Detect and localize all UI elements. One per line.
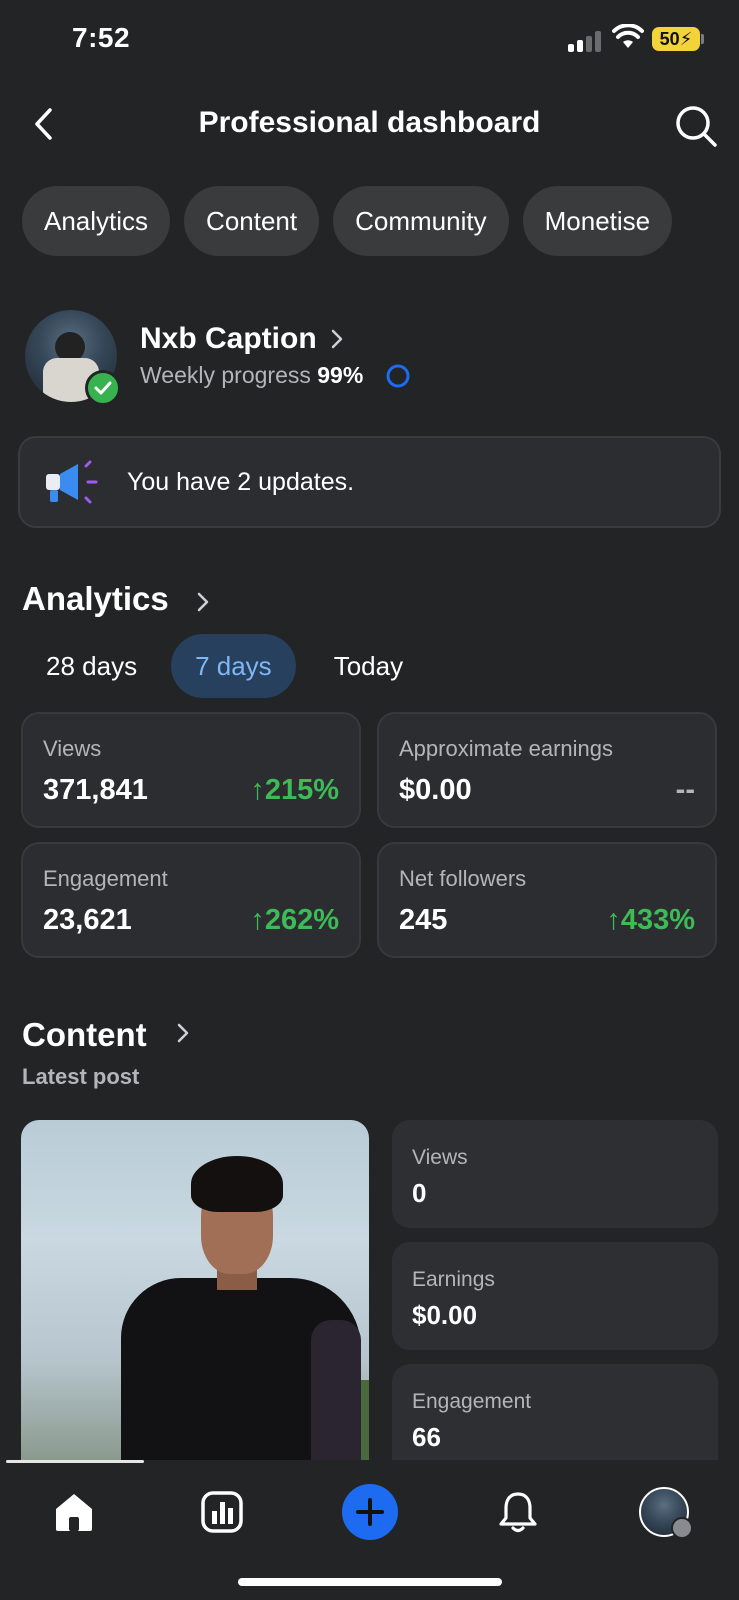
- updates-banner[interactable]: You have 2 updates.: [18, 436, 721, 528]
- battery-nub: [701, 34, 704, 44]
- profile-avatar[interactable]: [25, 310, 121, 406]
- stat-label: Views: [412, 1146, 468, 1169]
- bottom-nav: [0, 1460, 739, 1600]
- weekly-progress: Weekly progress 99%: [140, 362, 363, 389]
- card-label: Views: [43, 736, 102, 761]
- battery-level: 50: [659, 28, 680, 49]
- search-icon[interactable]: [674, 104, 718, 148]
- megaphone-icon: [46, 460, 98, 504]
- stat-value: 66: [412, 1422, 441, 1452]
- stat-value: $0.00: [412, 1300, 478, 1330]
- header: Professional dashboard: [0, 90, 739, 160]
- tab-content[interactable]: Content: [184, 186, 320, 256]
- card-value: 371,841: [43, 774, 148, 806]
- tab-community[interactable]: Community: [333, 186, 509, 256]
- engagement-card[interactable]: Engagement 23,621 ↑262%: [21, 842, 361, 958]
- check-icon: [85, 370, 121, 406]
- tab-monetise[interactable]: Monetise: [522, 186, 673, 256]
- card-value: $0.00: [399, 774, 472, 806]
- cellular-signal-icon: [568, 30, 602, 52]
- tab-analytics[interactable]: Analytics: [22, 186, 171, 256]
- plus-icon: [342, 1484, 398, 1540]
- period-today[interactable]: Today: [310, 634, 427, 698]
- card-change: --: [675, 774, 695, 806]
- post-engagement-stat[interactable]: Engagement 66: [392, 1364, 718, 1460]
- chevron-right-icon[interactable]: [330, 328, 344, 350]
- period-7-days[interactable]: 7 days: [171, 634, 296, 698]
- status-time: 7:52: [72, 22, 131, 53]
- chevron-right-icon[interactable]: [196, 591, 210, 613]
- card-label: Net followers: [399, 866, 527, 891]
- period-28-days[interactable]: 28 days: [22, 634, 161, 698]
- net-followers-card[interactable]: Net followers 245 ↑433%: [377, 842, 717, 958]
- progress-ring-icon: [386, 364, 410, 388]
- dashboard-tabs: Analytics Content Community Monetise: [22, 186, 673, 256]
- card-change: ↑262%: [250, 904, 339, 936]
- profile-name[interactable]: Nxb Caption: [140, 322, 317, 356]
- profile-tab[interactable]: [636, 1484, 693, 1540]
- card-change: ↑433%: [606, 904, 695, 936]
- updates-text: You have 2 updates.: [127, 468, 355, 496]
- battery-icon: 50 ⚡: [652, 27, 700, 51]
- card-label: Approximate earnings: [399, 736, 614, 761]
- card-value: 23,621: [43, 904, 132, 936]
- home-indicator[interactable]: [238, 1578, 502, 1586]
- content-title[interactable]: Content: [22, 1016, 147, 1054]
- post-views-stat[interactable]: Views 0: [392, 1120, 718, 1228]
- latest-post-thumbnail[interactable]: [21, 1120, 369, 1460]
- card-label: Engagement: [43, 866, 168, 891]
- insights-icon[interactable]: [194, 1484, 250, 1540]
- period-selector: 28 days 7 days Today: [22, 634, 427, 698]
- page-title: Professional dashboard: [198, 106, 541, 139]
- weekly-progress-value: 99%: [317, 362, 364, 388]
- chevron-right-icon[interactable]: [176, 1022, 190, 1044]
- analytics-title[interactable]: Analytics: [22, 580, 169, 618]
- stat-value: 0: [412, 1178, 427, 1208]
- card-change: ↑215%: [250, 774, 339, 806]
- post-earnings-stat[interactable]: Earnings $0.00: [392, 1242, 718, 1350]
- status-bar: 7:52 50 ⚡: [0, 0, 739, 80]
- stat-label: Earnings: [412, 1268, 495, 1291]
- stat-label: Engagement: [412, 1390, 532, 1413]
- card-value: 245: [399, 904, 448, 936]
- menu-icon: [671, 1517, 693, 1539]
- active-tab-indicator: [6, 1460, 144, 1463]
- avatar: [639, 1487, 693, 1539]
- views-card[interactable]: Views 371,841 ↑215%: [21, 712, 361, 828]
- latest-post-label: Latest post: [22, 1064, 140, 1089]
- wifi-icon: [612, 24, 644, 48]
- notifications-icon[interactable]: [490, 1484, 546, 1540]
- home-icon[interactable]: [46, 1484, 102, 1540]
- weekly-progress-label: Weekly progress: [140, 362, 311, 388]
- earnings-card[interactable]: Approximate earnings $0.00 --: [377, 712, 717, 828]
- create-button[interactable]: [342, 1484, 398, 1540]
